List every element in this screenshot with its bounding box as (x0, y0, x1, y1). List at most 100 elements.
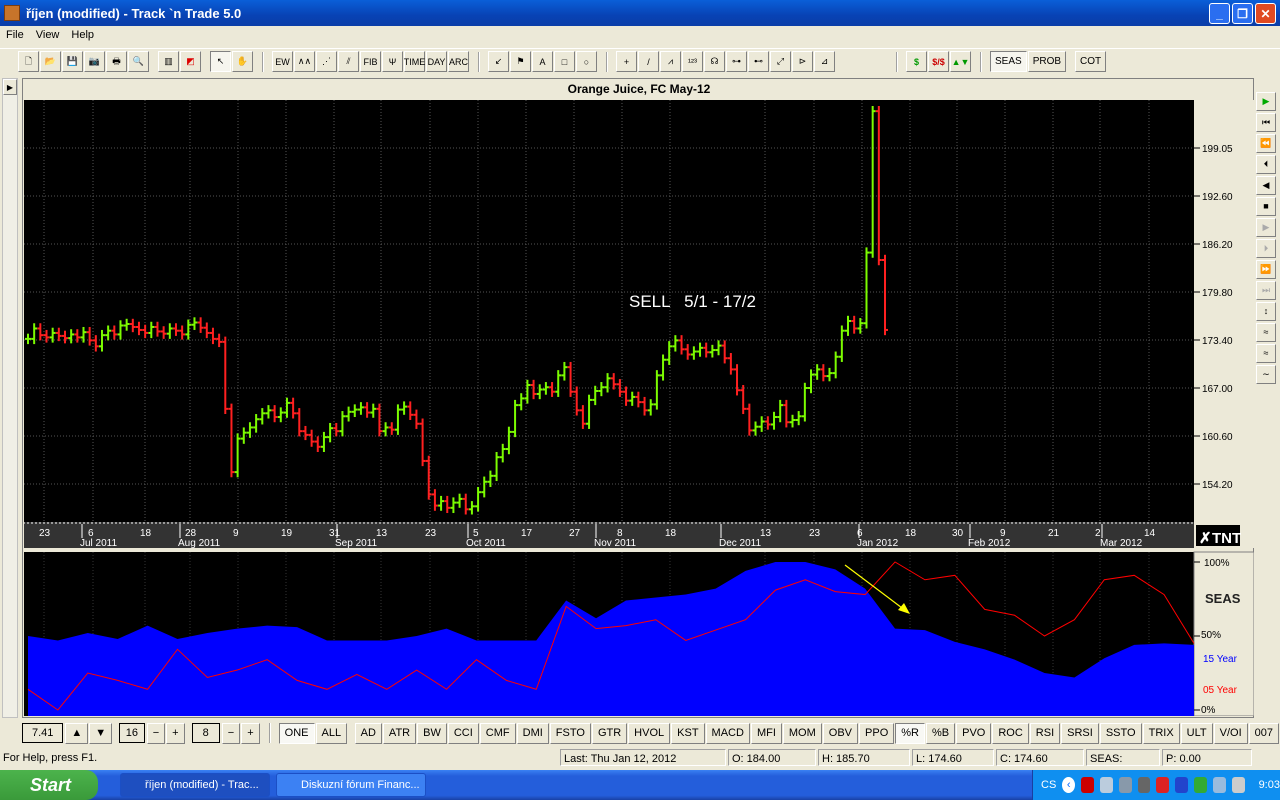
trade-tool-0-icon[interactable]: $ (906, 51, 927, 72)
indicator-srsi-button[interactable]: SRSI (1061, 722, 1099, 744)
indicator-ult-button[interactable]: ULT (1180, 722, 1213, 744)
line-tool-0-icon[interactable]: + (616, 51, 637, 72)
open-folder-icon[interactable]: 📂 (40, 51, 61, 72)
expand-tray-icon[interactable]: ‹ (1062, 777, 1076, 793)
fast-forward-icon[interactable]: ⏩ (1256, 260, 1276, 279)
ovi-icon[interactable] (1194, 777, 1207, 793)
indicator-r-button[interactable]: %R (895, 722, 925, 744)
indicator-bw-button[interactable]: BW (417, 722, 447, 744)
indicator-fsto-button[interactable]: FSTO (549, 722, 591, 744)
line-tool-4-icon[interactable]: ☊ (704, 51, 725, 72)
indicator-kst-button[interactable]: KST (671, 722, 705, 744)
trade-tool-2-icon[interactable]: ▲▼ (950, 51, 971, 72)
indicator-trix-button[interactable]: TRIX (1142, 722, 1180, 744)
clock-app-icon[interactable] (1212, 777, 1226, 793)
indicator-atr-button[interactable]: ATR (382, 722, 417, 744)
bluetooth-icon[interactable] (1175, 777, 1189, 793)
network-disconnected-icon[interactable] (1118, 777, 1132, 793)
cot-button[interactable]: COT (1075, 51, 1107, 72)
prob-button[interactable]: PROB (1027, 51, 1067, 72)
drawing-tool-4-icon[interactable]: FIB (360, 51, 381, 72)
menu-view[interactable]: View (30, 29, 66, 41)
trade-tool-1-icon[interactable]: $/$ (928, 51, 949, 72)
drawing-tool-5-icon[interactable]: Ψ (382, 51, 403, 72)
stop-icon[interactable]: ■ (1256, 197, 1276, 216)
indicator-cmf-button[interactable]: CMF (479, 722, 516, 744)
power-icon[interactable] (1231, 777, 1245, 793)
price-chart[interactable]: 199.05 192.60 186.20 179.80 173.40 167.00 160.… (24, 100, 1254, 716)
indicator-dmi-button[interactable]: DMI (516, 722, 549, 744)
shape-tool-1-icon[interactable]: ⚑ (510, 51, 531, 72)
rewind-fast-icon[interactable]: ⏪ (1256, 134, 1276, 153)
shape-tool-2-icon[interactable]: A (532, 51, 553, 72)
drawing-tool-6-icon[interactable]: TIME (404, 51, 425, 72)
drawing-tool-3-icon[interactable]: ⫽ (338, 51, 359, 72)
indicator-ppo-button[interactable]: PPO (859, 722, 895, 744)
hand-icon[interactable]: ✋ (232, 51, 253, 72)
wave-medium-icon[interactable]: ≈ (1256, 344, 1276, 363)
forward-icon[interactable]: ▶ (1256, 218, 1276, 237)
language-indicator[interactable]: CS (1041, 779, 1056, 791)
indicator-roc-button[interactable]: ROC (992, 722, 1029, 744)
indicator-macd-button[interactable]: MACD (705, 722, 750, 744)
line-tool-5-icon[interactable]: ⊶ (726, 51, 747, 72)
indicator-ad-button[interactable]: AD (354, 722, 382, 744)
step-forward-icon[interactable]: ⏵ (1256, 239, 1276, 258)
antivirus-icon[interactable] (1156, 777, 1170, 793)
task-track-n-trade[interactable]: říjen (modified) - Trac... (120, 773, 270, 797)
drawing-tool-7-icon[interactable]: DAY (426, 51, 447, 72)
one-button[interactable]: ONE (278, 722, 315, 744)
indicator-mom-button[interactable]: MOM (782, 722, 822, 744)
indicator-pvo-button[interactable]: PVO (956, 722, 992, 744)
indicator-obv-button[interactable]: OBV (822, 722, 859, 744)
minus-button[interactable]: − (146, 722, 166, 744)
network-icon[interactable] (1099, 777, 1113, 793)
line-tool-1-icon[interactable]: / (638, 51, 659, 72)
scroll-right-arrow-icon[interactable]: ▶ (3, 79, 17, 95)
line-tool-3-icon[interactable]: ¹²³ (682, 51, 703, 72)
drawing-tool-1-icon[interactable]: ∧∧ (294, 51, 315, 72)
bar-type-icon[interactable]: ↕ (1256, 302, 1276, 321)
menu-file[interactable]: File (0, 29, 30, 41)
close-button[interactable]: ✕ (1255, 3, 1276, 24)
new-file-icon[interactable]: 🗋 (18, 51, 39, 72)
columns-icon[interactable]: ▥ (158, 51, 179, 72)
last-icon[interactable]: ⏭ (1256, 281, 1276, 300)
all-button[interactable]: ALL (315, 722, 348, 744)
plus-button[interactable]: + (166, 722, 185, 744)
indicator-b-button[interactable]: %B (925, 722, 956, 744)
drawing-tool-8-icon[interactable]: ARC (448, 51, 469, 72)
volume-icon[interactable] (1137, 777, 1151, 793)
line-tool-9-icon[interactable]: ⊿ (814, 51, 835, 72)
play-icon[interactable]: ▶ (1256, 92, 1276, 111)
plus-button-2[interactable]: + (241, 722, 260, 744)
line-tool-6-icon[interactable]: ⊷ (748, 51, 769, 72)
print-icon[interactable]: 🖶 (106, 51, 127, 72)
line-tool-8-icon[interactable]: ⊳ (792, 51, 813, 72)
shape-tool-4-icon[interactable]: ○ (576, 51, 597, 72)
indicator-ssto-button[interactable]: SSTO (1099, 722, 1142, 744)
chart-window-icon[interactable]: ◩ (180, 51, 201, 72)
step-back-icon[interactable]: ⏴ (1256, 155, 1276, 174)
first-icon[interactable]: ⏮ (1256, 113, 1276, 132)
menu-help[interactable]: Help (65, 29, 100, 41)
indicator-hvol-button[interactable]: HVOL (628, 722, 671, 744)
camera-icon[interactable]: 📷 (84, 51, 105, 72)
indicator-voi-button[interactable]: V/OI (1213, 722, 1248, 744)
indicator-cci-button[interactable]: CCI (447, 722, 479, 744)
wave-fast-icon[interactable]: ≈ (1256, 323, 1276, 342)
drawing-tool-2-icon[interactable]: ⋰ (316, 51, 337, 72)
pdf-icon[interactable] (1081, 777, 1094, 793)
task-browser[interactable]: Diskuzní fórum Financ... (276, 773, 426, 797)
save-icon[interactable]: 💾 (62, 51, 83, 72)
wave-slow-icon[interactable]: ∼ (1256, 365, 1276, 384)
back-icon[interactable]: ◀ (1256, 176, 1276, 195)
pointer-icon[interactable]: ↖ (210, 51, 231, 72)
value-field-3[interactable]: 8 (191, 723, 220, 743)
minus-button-2[interactable]: − (221, 722, 241, 744)
drawing-tool-0-icon[interactable]: EW (272, 51, 293, 72)
maximize-button[interactable]: ❐ (1232, 3, 1253, 24)
value-field-1[interactable]: 7.41 (22, 723, 64, 743)
down-arrow-icon[interactable]: ▼ (89, 722, 113, 744)
seas-button[interactable]: SEAS (990, 51, 1027, 72)
